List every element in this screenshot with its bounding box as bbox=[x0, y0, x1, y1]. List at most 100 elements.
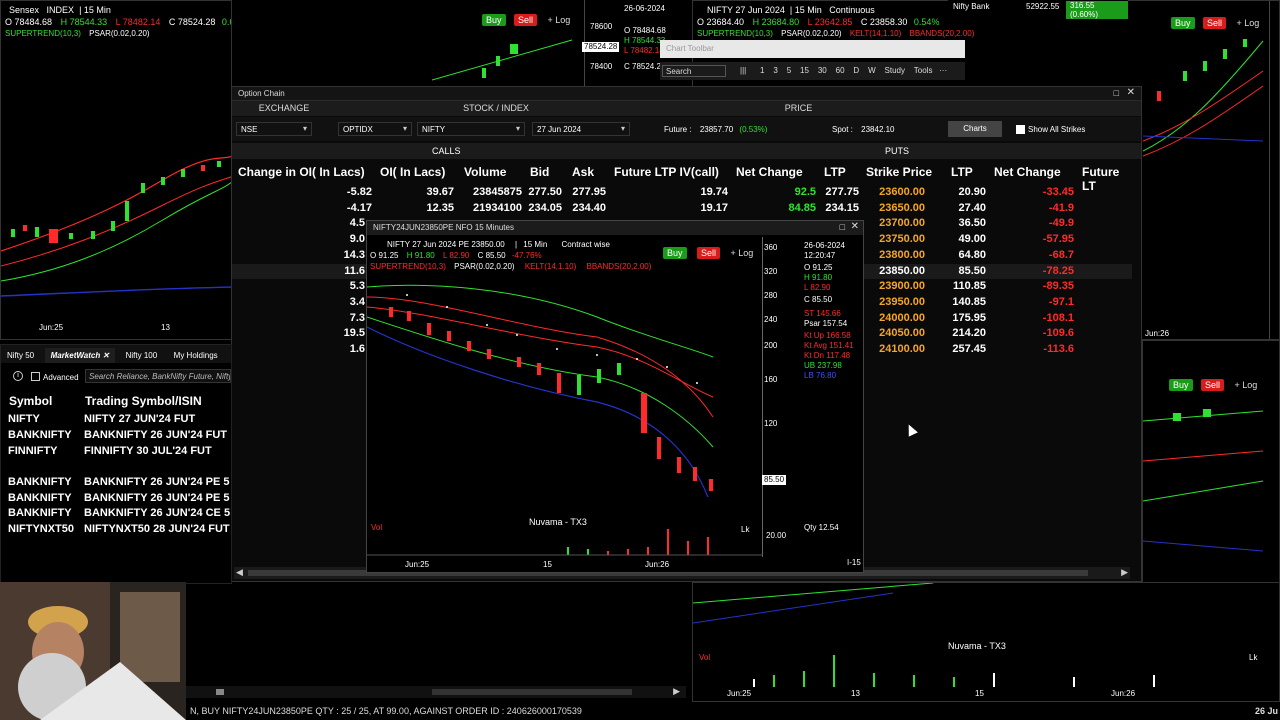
option-chart-plot[interactable]: NIFTY 27 Jun 2024 PE 23850.00 | 15 Min C… bbox=[367, 237, 763, 557]
stock-index-header: STOCK / INDEX bbox=[463, 103, 529, 113]
charts-button[interactable]: Charts bbox=[948, 121, 1002, 137]
chart-contract: Contract wise bbox=[561, 240, 610, 249]
col-iv[interactable]: Future LTP IV(call) bbox=[614, 165, 719, 179]
study-menu[interactable]: Study bbox=[885, 66, 905, 75]
maximize-icon[interactable]: □ bbox=[1114, 88, 1119, 98]
col-put-net-change[interactable]: Net Change bbox=[994, 165, 1061, 179]
market-watch-panel[interactable]: Nifty 50 MarketWatch ✕ Nifty 100 My Hold… bbox=[0, 344, 232, 584]
interval-5[interactable]: 5 bbox=[787, 66, 791, 75]
tab-nifty-100[interactable]: Nifty 100 bbox=[120, 348, 164, 363]
col-strike[interactable]: Strike Price bbox=[866, 165, 932, 179]
table-row[interactable]: -5.82 39.67 23845875 277.50 277.95 19.74… bbox=[232, 185, 1132, 201]
chart-toolbar[interactable]: Chart Toolbar Search ||| 1 3 5 15 30 60 … bbox=[660, 40, 965, 80]
chart-type: INDEX bbox=[46, 5, 75, 15]
close-icon[interactable]: ✕ bbox=[851, 221, 859, 232]
bottom-left-scrollbar[interactable]: ▶ bbox=[186, 686, 686, 698]
tab-marketwatch[interactable]: MarketWatch ✕ bbox=[44, 348, 116, 363]
ohlc-low: L 82.90 bbox=[442, 251, 470, 260]
scrollbar-track[interactable] bbox=[432, 689, 632, 695]
scroll-indicator[interactable]: I-15 bbox=[847, 558, 861, 568]
show-all-strikes-checkbox[interactable] bbox=[1016, 125, 1025, 134]
log-button[interactable]: + Log bbox=[1236, 18, 1259, 28]
readout-psar: Psar 157.54 bbox=[804, 319, 848, 328]
interval-15[interactable]: 15 bbox=[800, 66, 809, 75]
table-row[interactable]: -4.17 12.35 21934100 234.05 234.40 19.17… bbox=[232, 201, 1132, 217]
exchange-select[interactable]: NSE bbox=[236, 122, 312, 136]
log-button[interactable]: + Log bbox=[1234, 380, 1257, 390]
scroll-left-icon[interactable]: ◀ bbox=[236, 567, 243, 578]
info-icon[interactable]: i bbox=[13, 371, 23, 381]
list-item[interactable]: BANKNIFTY BANKNIFTY 26 JUN'24 FUT bbox=[8, 429, 227, 441]
col-net-change[interactable]: Net Change bbox=[736, 165, 803, 179]
right-mid-chart-panel[interactable]: Buy Sell + Log bbox=[1142, 340, 1280, 585]
col-chg-oi[interactable]: Change in OI( In Lacs) bbox=[238, 165, 365, 179]
sensex-chart-panel[interactable]: Sensex INDEX | 15 Min O 78484.68 H 78544… bbox=[0, 0, 232, 340]
sell-button[interactable]: Sell bbox=[1202, 17, 1226, 29]
search-input[interactable]: Search Reliance, BankNifty Future, Nifty bbox=[85, 369, 231, 383]
sell-button[interactable]: Sell bbox=[1200, 379, 1224, 391]
close-icon[interactable]: ✕ bbox=[102, 351, 109, 360]
volume-tick: 20.00 bbox=[766, 531, 787, 540]
more-menu[interactable]: ··· bbox=[939, 66, 947, 75]
ohlc-change: 0.60% bbox=[221, 17, 231, 27]
puts-label: PUTS bbox=[885, 146, 910, 156]
log-button[interactable]: + Log bbox=[547, 15, 570, 25]
price-label-1: 78600 bbox=[590, 22, 613, 31]
advanced-checkbox[interactable] bbox=[31, 372, 40, 381]
list-item[interactable]: NIFTYNXT50 NIFTYNXT50 28 JUN'24 FUT bbox=[8, 523, 230, 535]
option-chart-window[interactable]: NIFTY24JUN23850PE NFO 15 Minutes □ ✕ NIF… bbox=[366, 220, 864, 573]
symbol-select[interactable]: NIFTY bbox=[417, 122, 525, 136]
tools-menu[interactable]: Tools bbox=[914, 66, 933, 75]
tab-my-holdings[interactable]: My Holdings bbox=[168, 348, 224, 363]
scroll-right-icon[interactable]: ▶ bbox=[1121, 567, 1128, 578]
col-symbol[interactable]: Symbol bbox=[9, 394, 52, 408]
indicator-supertrend: SUPERTREND(10,3) bbox=[370, 262, 446, 271]
x-label-1: Jun:26 bbox=[1145, 329, 1170, 338]
chart-toolbar-search[interactable]: Search bbox=[662, 65, 726, 77]
col-ltp[interactable]: LTP bbox=[824, 165, 846, 179]
price-tag-current: 85.50 bbox=[762, 475, 787, 485]
maximize-icon[interactable]: □ bbox=[840, 222, 845, 232]
sell-button[interactable]: Sell bbox=[696, 247, 720, 259]
interval-w[interactable]: W bbox=[868, 66, 876, 75]
buy-button[interactable]: Buy bbox=[663, 247, 687, 259]
price-tag-current: 78524.28 bbox=[582, 42, 620, 52]
bottom-right-chart-panel[interactable]: Nuvama - TX3 Vol Lk Jun:25 13 15 Jun:26 bbox=[692, 582, 1280, 702]
buy-button[interactable]: Buy bbox=[482, 14, 506, 26]
list-item[interactable]: FINNIFTY FINNIFTY 30 JUL'24 FUT bbox=[8, 445, 212, 457]
col-put-ltp[interactable]: LTP bbox=[951, 165, 973, 179]
buy-button[interactable]: Buy bbox=[1169, 379, 1193, 391]
col-volume[interactable]: Volume bbox=[464, 165, 506, 179]
scrollbar-thumb[interactable] bbox=[216, 689, 224, 695]
sensex-chart-right-portion[interactable]: Buy Sell + Log 78600 78524.28 78400 26-0… bbox=[232, 0, 690, 86]
close-icon[interactable]: ✕ bbox=[1127, 87, 1135, 98]
list-item[interactable]: BANKNIFTY BANKNIFTY 26 JUN'24 CE 5 bbox=[8, 507, 230, 519]
instrument-select[interactable]: OPTIDX bbox=[338, 122, 412, 136]
interval-d[interactable]: D bbox=[853, 66, 859, 75]
interval-30[interactable]: 30 bbox=[818, 66, 827, 75]
col-bid[interactable]: Bid bbox=[530, 165, 549, 179]
expiry-select[interactable]: 27 Jun 2024 bbox=[532, 122, 630, 136]
buy-button[interactable]: Buy bbox=[1171, 17, 1195, 29]
readout-kt-up: Kt Up 166.58 bbox=[804, 331, 851, 340]
column-headers: Change in OI( In Lacs) OI( In Lacs) Volu… bbox=[232, 165, 1132, 193]
interval-3[interactable]: 3 bbox=[773, 66, 777, 75]
list-item[interactable]: BANKNIFTY BANKNIFTY 26 JUN'24 PE 5 bbox=[8, 476, 229, 488]
readout-close: C 85.50 bbox=[804, 295, 833, 304]
interval-1[interactable]: 1 bbox=[760, 66, 764, 75]
col-oi[interactable]: OI( In Lacs) bbox=[380, 165, 445, 179]
list-item[interactable]: BANKNIFTY BANKNIFTY 26 JUN'24 PE 5 bbox=[8, 492, 229, 504]
sell-button[interactable]: Sell bbox=[513, 14, 537, 26]
indicator-supertrend: SUPERTREND(10,3) bbox=[5, 29, 81, 38]
readout-kt-dn: Kt Dn 117.48 bbox=[804, 351, 851, 360]
ohlc-close: C 23858.30 bbox=[860, 17, 908, 27]
col-trading-symbol[interactable]: Trading Symbol/ISIN bbox=[85, 394, 202, 408]
bar-chart-icon[interactable]: ||| bbox=[740, 66, 746, 76]
scroll-right-icon[interactable]: ▶ bbox=[673, 686, 680, 697]
interval-60[interactable]: 60 bbox=[836, 66, 845, 75]
col-ask[interactable]: Ask bbox=[572, 165, 594, 179]
log-button[interactable]: + Log bbox=[730, 248, 753, 258]
tab-nifty-50[interactable]: Nifty 50 bbox=[1, 348, 40, 363]
readout-low: L 78482.14 bbox=[624, 46, 664, 55]
list-item[interactable]: NIFTY NIFTY 27 JUN'24 FUT bbox=[8, 413, 195, 425]
